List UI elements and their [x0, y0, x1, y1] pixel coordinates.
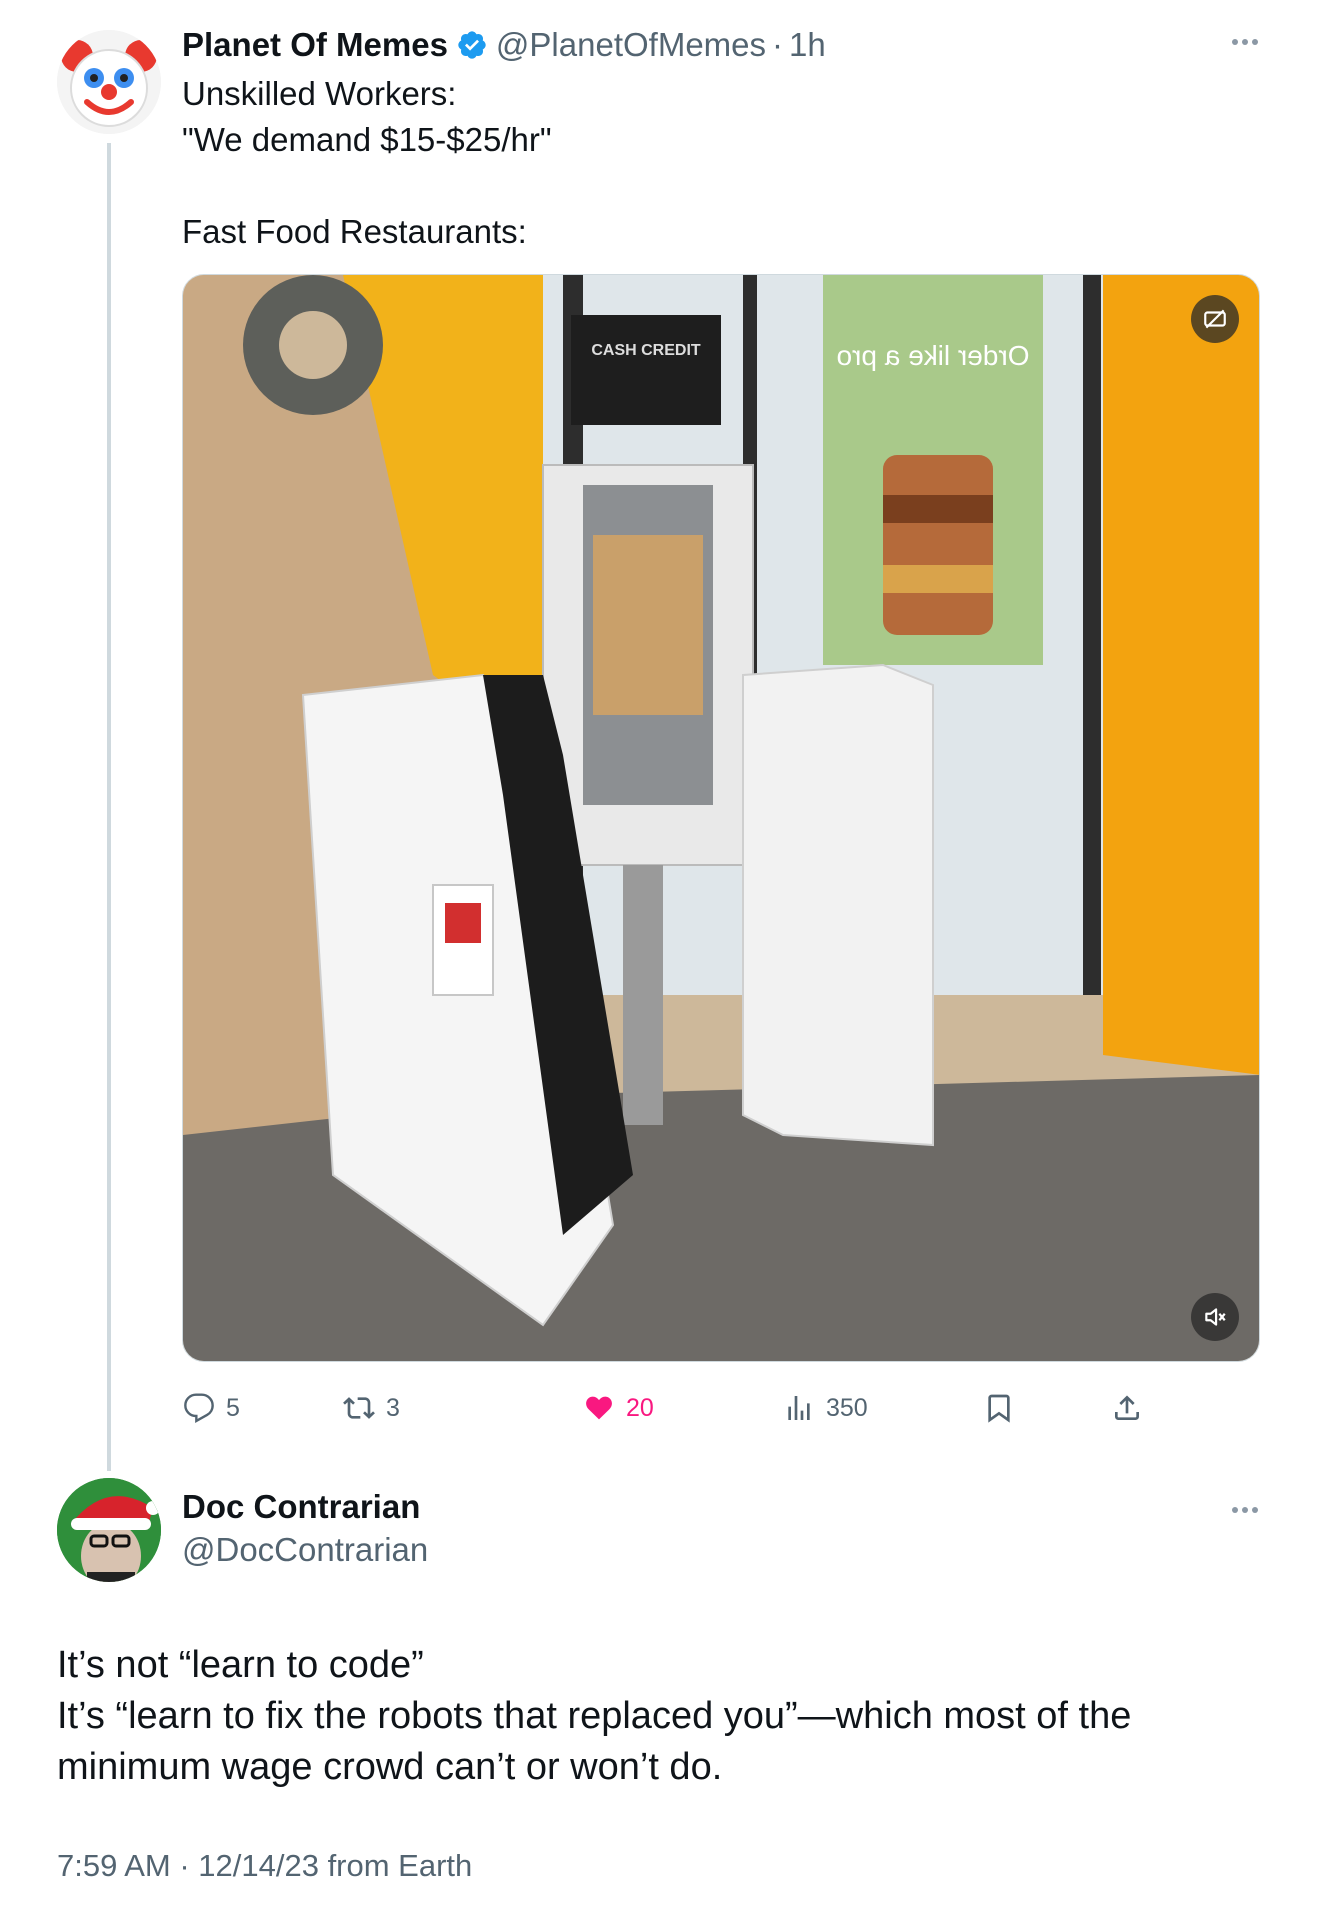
more-options-icon[interactable]: [1225, 30, 1265, 54]
reply-text-line-3: minimum wage crowd can’t or won’t do.: [57, 1746, 723, 1788]
views-icon: [782, 1391, 816, 1425]
retweet-icon: [342, 1391, 376, 1425]
views-button[interactable]: 350: [782, 1382, 868, 1434]
parent-tweet-header: Planet Of Memes @PlanetOfMemes · 1h: [182, 24, 826, 66]
clown-avatar-icon: [57, 30, 161, 134]
share-icon: [1110, 1391, 1144, 1425]
no-audio-icon[interactable]: [1191, 295, 1239, 343]
reply-tweet-text: It’s not “learn to code” It’s “learn to …: [57, 1640, 1257, 1793]
bookmark-icon: [982, 1391, 1016, 1425]
reply-text-line-2: It’s “learn to fix the robots that repla…: [57, 1695, 1132, 1737]
like-button[interactable]: 20: [582, 1382, 654, 1434]
author-display-name[interactable]: Planet Of Memes: [182, 26, 448, 64]
retweet-count: 3: [386, 1393, 400, 1422]
verified-badge-icon: [456, 29, 488, 61]
tweet-video[interactable]: Order like a pro CASH CREDIT: [182, 274, 1260, 1362]
poster-text: Order like a pro: [837, 340, 1030, 371]
reply-button[interactable]: 5: [182, 1382, 240, 1434]
tweet-action-bar: 5 3 20 350: [182, 1382, 1260, 1434]
separator-dot: ·: [772, 26, 784, 63]
views-count: 350: [826, 1393, 868, 1422]
bookmark-button[interactable]: [982, 1382, 1026, 1434]
reply-author-handle[interactable]: @DocContrarian: [182, 1531, 428, 1569]
reply-more-options-icon[interactable]: [1225, 1498, 1265, 1522]
thread-connector-line: [107, 143, 111, 1471]
reply-icon: [182, 1391, 216, 1425]
reply-text-line-1: It’s not “learn to code”: [57, 1644, 424, 1686]
like-icon: [582, 1391, 616, 1425]
tweet-text-line-2: "We demand $15-$25/hr": [182, 121, 552, 158]
santa-hat-avatar-icon: [57, 1478, 161, 1582]
muted-speaker-icon[interactable]: [1191, 1293, 1239, 1341]
share-button[interactable]: [1110, 1382, 1154, 1434]
reply-count: 5: [226, 1393, 240, 1422]
reply-author-display-name[interactable]: Doc Contrarian: [182, 1488, 420, 1526]
author-handle[interactable]: @PlanetOfMemes: [496, 26, 766, 64]
planet-of-memes-avatar[interactable]: [57, 30, 161, 134]
kiosk-video-frame: Order like a pro CASH CREDIT: [183, 275, 1259, 1361]
like-count: 20: [626, 1393, 654, 1422]
doc-contrarian-avatar[interactable]: [57, 1478, 161, 1582]
tweet-time[interactable]: 1h: [789, 26, 826, 64]
retweet-button[interactable]: 3: [342, 1382, 400, 1434]
kiosk-sign-text: CASH CREDIT: [591, 342, 701, 359]
tweet-text-line-1: Unskilled Workers:: [182, 75, 457, 112]
tweet-text-line-4: Fast Food Restaurants:: [182, 213, 527, 250]
reply-timestamp-meta[interactable]: 7:59 AM · 12/14/23 from Earth: [57, 1848, 472, 1884]
